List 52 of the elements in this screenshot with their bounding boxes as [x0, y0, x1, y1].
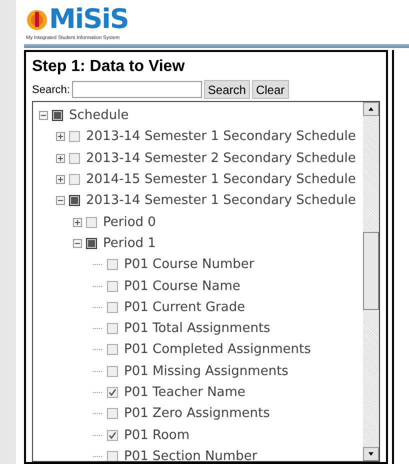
tree-item-label[interactable]: P01 Section Number — [124, 448, 258, 461]
checkbox[interactable] — [107, 280, 118, 292]
scrollbar[interactable] — [363, 102, 379, 461]
tree-item-label[interactable]: P01 Current Grade — [124, 300, 246, 315]
expand-icon[interactable] — [56, 132, 65, 142]
search-field[interactable] — [72, 81, 202, 98]
tree-item-label[interactable]: Schedule — [69, 108, 129, 124]
checkbox[interactable] — [107, 366, 118, 377]
tree-item-label[interactable]: P01 Course Number — [124, 257, 254, 272]
tree-item-label[interactable]: 2013-14 Semester 1 Secondary Schedule — [86, 193, 356, 208]
expand-icon[interactable] — [56, 154, 65, 163]
tree-item-label[interactable]: P01 Completed Assignments — [124, 342, 311, 358]
panel-title: Step 1: Data to View — [32, 58, 186, 76]
collapse-icon[interactable] — [73, 238, 82, 248]
tree-item-label[interactable]: 2013-14 Semester 2 Secondary Schedule — [86, 150, 356, 166]
tree-item-label[interactable]: P01 Zero Assignments — [124, 406, 270, 422]
collapse-icon[interactable] — [39, 111, 48, 120]
tree-item-label[interactable]: P01 Room — [124, 428, 190, 443]
tree-item-label[interactable]: 2013-14 Semester 1 Secondary Schedule — [86, 129, 356, 144]
tree-item-label[interactable]: P01 Teacher Name — [124, 385, 246, 400]
logo: MiSiS — [49, 5, 128, 35]
search-label: Search: — [32, 84, 70, 96]
checkbox[interactable] — [107, 430, 118, 441]
checkbox[interactable] — [107, 387, 118, 398]
tree-item-label[interactable]: Period 1 — [103, 236, 156, 251]
checkbox[interactable] — [86, 238, 97, 249]
checkbox[interactable] — [107, 259, 118, 270]
scroll-down-icon[interactable] — [363, 447, 379, 461]
checkbox[interactable] — [86, 216, 97, 228]
checkbox[interactable] — [107, 450, 118, 461]
checkbox[interactable] — [69, 131, 80, 142]
tree-item-label[interactable]: P01 Total Assignments — [124, 321, 270, 336]
sun-icon — [26, 9, 48, 31]
checkbox[interactable] — [107, 408, 118, 420]
scroll-up-icon[interactable] — [363, 102, 379, 116]
expand-icon[interactable] — [56, 175, 65, 184]
checkbox[interactable] — [52, 110, 63, 122]
tree-item-label[interactable]: P01 Course Name — [124, 278, 240, 294]
checkbox[interactable] — [69, 174, 80, 186]
clear-button[interactable]: Clear — [252, 80, 289, 99]
checkbox[interactable] — [107, 344, 118, 356]
tree-item-label[interactable]: P01 Missing Assignments — [124, 364, 288, 379]
checkbox[interactable] — [69, 195, 80, 206]
checkbox[interactable] — [107, 302, 118, 313]
checkbox[interactable] — [69, 152, 80, 164]
collapse-icon[interactable] — [56, 196, 65, 206]
expand-icon[interactable] — [73, 218, 82, 227]
search-button[interactable]: Search — [204, 80, 250, 99]
checkbox[interactable] — [107, 323, 118, 334]
tree-item-label[interactable]: Period 0 — [103, 214, 156, 230]
scroll-thumb[interactable] — [363, 232, 379, 310]
tree-item-label[interactable]: 2014-15 Semester 1 Secondary Schedule — [86, 172, 356, 188]
